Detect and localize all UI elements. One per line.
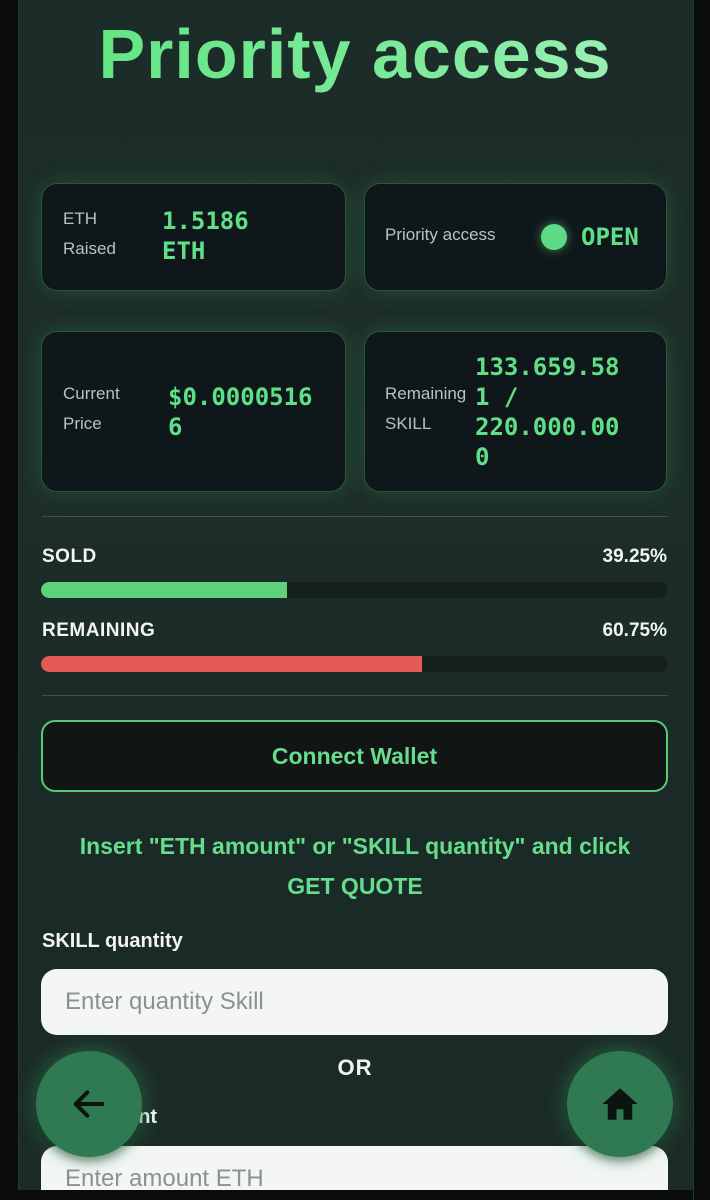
current-price-card: Current Price $0.0000516 6 <box>41 331 346 492</box>
eth-raised-value: 1.5186 ETH <box>162 207 249 265</box>
eth-raised-label: ETH Raised <box>63 209 116 258</box>
sold-label: SOLD <box>42 546 97 567</box>
current-price-value: $0.0000516 6 <box>168 383 313 441</box>
remaining-percent: 60.75% <box>602 620 667 641</box>
sold-progress-bar <box>41 582 668 598</box>
priority-access-card: Priority access OPEN <box>364 183 667 291</box>
priority-access-label: Priority access <box>385 225 496 244</box>
divider-top <box>42 516 668 517</box>
sold-percent: 39.25% <box>602 546 667 567</box>
skill-quantity-input[interactable] <box>41 969 668 1035</box>
arrow-left-icon <box>73 1090 105 1118</box>
current-price-label: Current Price <box>63 384 120 433</box>
remaining-label: REMAINING <box>42 620 156 641</box>
page-title: Priority access <box>0 14 710 94</box>
home-icon <box>602 1088 638 1120</box>
remaining-skill-label: Remaining SKILL <box>385 384 467 433</box>
bottom-edge <box>0 1190 710 1200</box>
eth-raised-card: ETH Raised 1.5186 ETH <box>41 183 346 291</box>
back-button[interactable] <box>36 1051 142 1157</box>
skill-quantity-label: SKILL quantity <box>42 930 183 952</box>
remaining-skill-card: Remaining SKILL 133.659.58 1 / 220.000.0… <box>364 331 667 492</box>
instructions-text: Insert "ETH amount" or "SKILL quantity" … <box>79 833 631 899</box>
sold-progress-fill <box>41 582 288 598</box>
remaining-skill-value: 133.659.58 1 / 220.000.00 0 <box>475 353 620 471</box>
page: Priority access ETH Raised 1.5186 ETH Pr… <box>0 0 710 1200</box>
home-button[interactable] <box>567 1051 673 1157</box>
remaining-progress-bar <box>41 656 668 672</box>
remaining-progress-fill <box>41 656 422 672</box>
divider-bottom <box>42 695 668 696</box>
connect-wallet-button[interactable]: Connect Wallet <box>41 720 668 792</box>
status-dot-icon <box>541 224 567 250</box>
priority-access-status: OPEN <box>581 223 639 251</box>
